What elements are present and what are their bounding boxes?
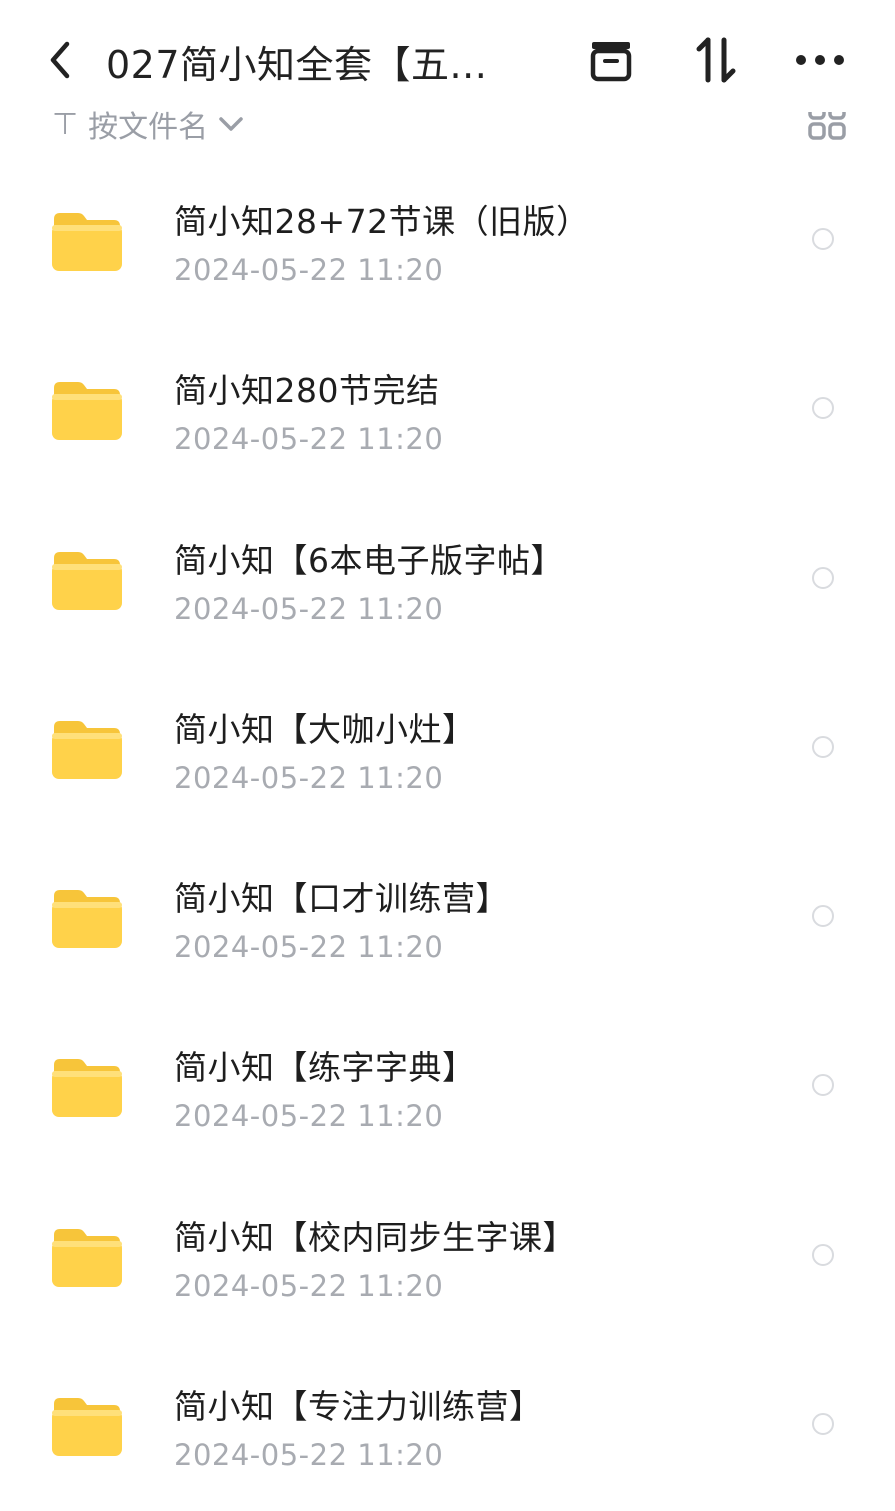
file-name: 简小知【大咖小灶】 bbox=[174, 709, 476, 749]
folder-icon bbox=[52, 1228, 122, 1287]
archive-button[interactable] bbox=[583, 32, 639, 88]
file-row[interactable]: 简小知280节完结 2024-05-22 11:20 bbox=[0, 326, 895, 495]
grid-view-button[interactable] bbox=[806, 108, 850, 152]
folder-icon bbox=[52, 1398, 122, 1457]
select-checkbox[interactable] bbox=[812, 397, 834, 420]
folder-icon bbox=[52, 382, 122, 441]
folder-icon bbox=[52, 213, 122, 271]
sort-bar: ⊤ 按文件名 bbox=[0, 108, 895, 152]
more-icon bbox=[796, 55, 844, 65]
select-checkbox[interactable] bbox=[812, 566, 834, 589]
file-date: 2024-05-22 11:20 bbox=[174, 1268, 444, 1303]
file-name: 简小知【口才训练营】 bbox=[174, 879, 509, 919]
folder-icon bbox=[52, 720, 122, 779]
file-date: 2024-05-22 11:20 bbox=[174, 253, 444, 287]
file-row[interactable]: 简小知【校内同步生字课】 2024-05-22 11:20 bbox=[0, 1173, 895, 1342]
select-checkbox[interactable] bbox=[812, 735, 834, 758]
page-title: 027简小知全套【五... bbox=[106, 43, 488, 87]
file-date: 2024-05-22 11:20 bbox=[174, 1438, 444, 1473]
file-row[interactable]: 简小知28+72节课（旧版） 2024-05-22 11:20 bbox=[0, 157, 895, 326]
chevron-down-icon bbox=[219, 117, 243, 131]
sort-indicator-icon: ⊤ bbox=[52, 108, 79, 142]
file-date: 2024-05-22 11:20 bbox=[174, 591, 444, 626]
file-name: 简小知28+72节课（旧版） bbox=[174, 202, 590, 241]
sort-label: 按文件名 bbox=[88, 110, 209, 145]
select-checkbox[interactable] bbox=[812, 1413, 834, 1436]
file-name: 简小知【6本电子版字帖】 bbox=[174, 540, 564, 580]
folder-icon bbox=[52, 890, 122, 949]
archive-icon bbox=[590, 42, 632, 82]
file-date: 2024-05-22 11:20 bbox=[174, 930, 444, 965]
file-row[interactable]: 简小知【练字字典】 2024-05-22 11:20 bbox=[0, 1003, 895, 1172]
file-date: 2024-05-22 11:20 bbox=[174, 422, 444, 457]
file-name: 简小知【专注力训练营】 bbox=[174, 1387, 543, 1427]
folder-icon bbox=[52, 1059, 122, 1118]
folder-icon bbox=[52, 551, 122, 610]
file-name: 简小知【校内同步生字课】 bbox=[174, 1217, 576, 1257]
file-row[interactable]: 简小知【6本电子版字帖】 2024-05-22 11:20 bbox=[0, 496, 895, 665]
file-date: 2024-05-22 11:20 bbox=[174, 760, 444, 795]
sort-by-name-dropdown[interactable]: ⊤ 按文件名 bbox=[52, 108, 244, 146]
sort-arrows-icon bbox=[696, 37, 736, 83]
file-row[interactable]: 简小知【大咖小灶】 2024-05-22 11:20 bbox=[0, 665, 895, 834]
file-list: 简小知28+72节课（旧版） 2024-05-22 11:20 简小知280节完… bbox=[0, 157, 895, 1511]
file-date: 2024-05-22 11:20 bbox=[174, 1099, 444, 1134]
top-bar: 027简小知全套【五... bbox=[0, 0, 895, 118]
file-row[interactable]: 简小知【专注力训练营】 2024-05-22 11:20 bbox=[0, 1342, 895, 1511]
sort-button[interactable] bbox=[688, 32, 744, 88]
file-row[interactable]: 简小知【口才训练营】 2024-05-22 11:20 bbox=[0, 834, 895, 1003]
back-button[interactable] bbox=[38, 38, 82, 82]
file-name: 简小知280节完结 bbox=[174, 371, 440, 411]
select-checkbox[interactable] bbox=[812, 1243, 834, 1266]
select-checkbox[interactable] bbox=[812, 905, 834, 928]
back-icon bbox=[50, 41, 70, 79]
select-checkbox[interactable] bbox=[812, 1074, 834, 1097]
more-button[interactable] bbox=[792, 32, 848, 88]
select-checkbox[interactable] bbox=[812, 228, 834, 250]
grid-view-icon bbox=[808, 108, 846, 140]
file-name: 简小知【练字字典】 bbox=[174, 1048, 476, 1088]
